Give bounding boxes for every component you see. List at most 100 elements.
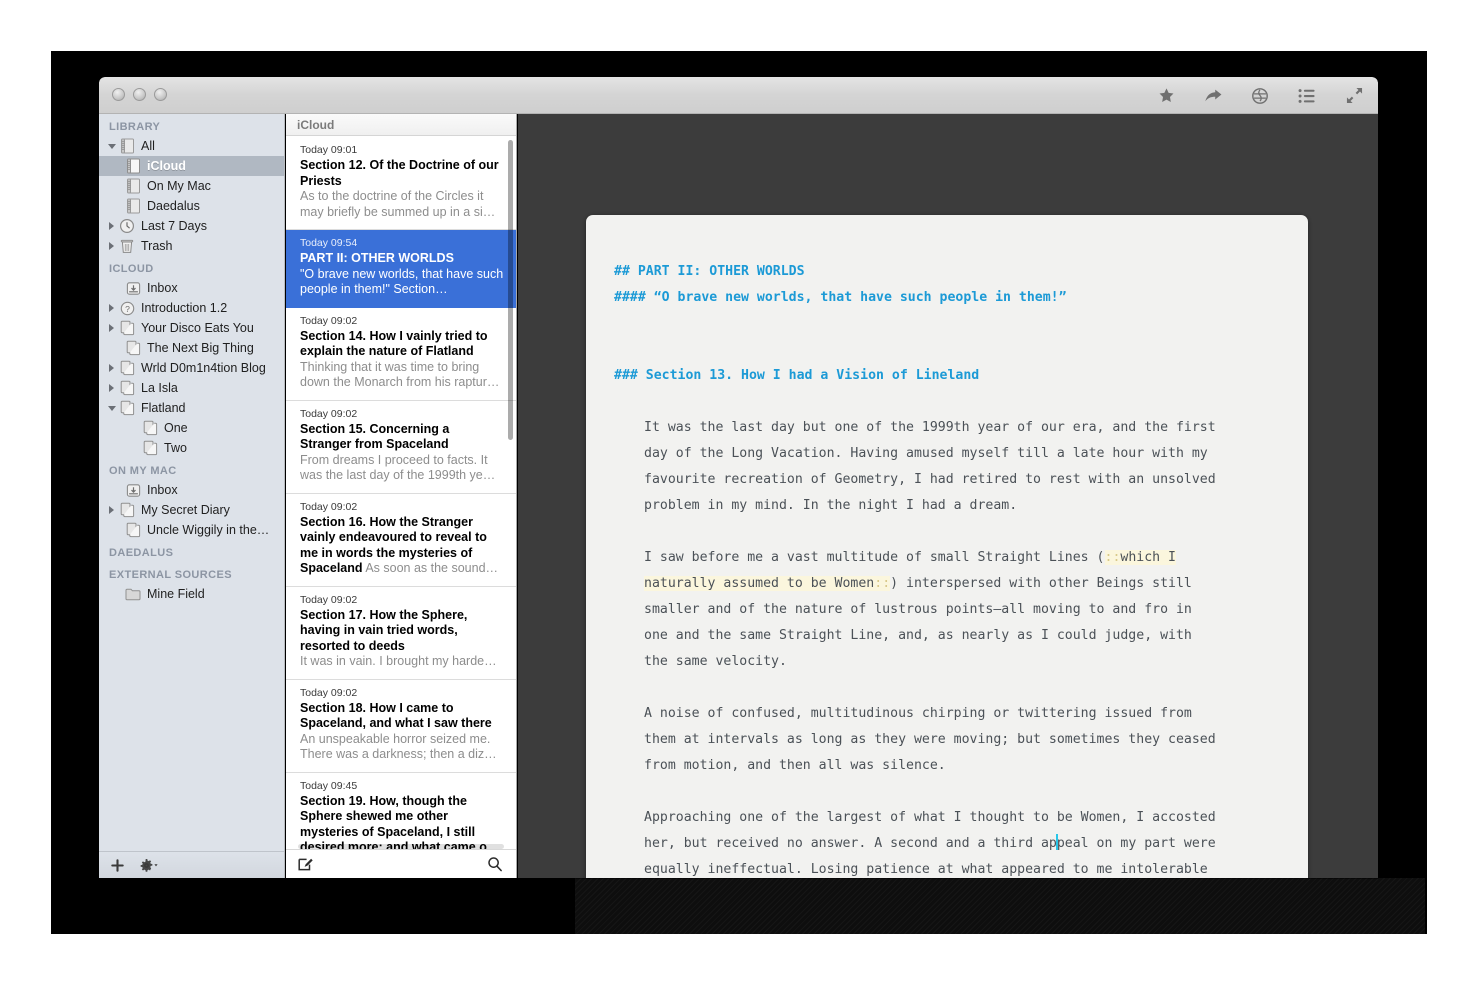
sidebar-item-daedalus[interactable]: Daedalus — [99, 196, 284, 216]
body-line: A noise of confused, multitudinous chirp… — [644, 706, 1192, 721]
sidebar-item-one[interactable]: One — [99, 418, 284, 438]
stack-icon — [118, 400, 136, 416]
sidebar-item-label: Inbox — [147, 281, 178, 295]
markdown-document[interactable]: ## PART II: OTHER WORLDS #### “O brave n… — [586, 215, 1308, 878]
note-timestamp: Today 09:01 — [300, 144, 358, 156]
compose-icon[interactable] — [298, 856, 314, 872]
sidebar-item-label: My Secret Diary — [141, 503, 230, 517]
markdown-heading-2: ## PART II: OTHER WORLDS — [614, 264, 805, 279]
sidebar-item-mine-field[interactable]: Mine Field — [99, 584, 284, 604]
sidebar-item-label: On My Mac — [147, 179, 211, 193]
note-list-item[interactable]: Today 09:02 Section 18. How I came to Sp… — [286, 680, 516, 773]
sidebar-item-label: Wrld D0m1n4tion Blog — [141, 361, 266, 375]
sidebar-item-your-disco-eats-you[interactable]: Your Disco Eats You — [99, 318, 284, 338]
note-list-item[interactable]: Today 09:01 Section 12. Of the Doctrine … — [286, 137, 516, 230]
body-line: favourite recreation of Geometry, I had … — [644, 472, 1216, 487]
sidebar-item-last-7-days[interactable]: Last 7 Days — [99, 216, 284, 236]
stack-icon — [118, 320, 136, 336]
fullscreen-icon[interactable] — [1344, 86, 1364, 106]
clock-icon — [118, 218, 136, 234]
stack-icon — [141, 420, 159, 436]
sidebar-item-all[interactable]: All — [99, 136, 284, 156]
note-preview: Section 14. How I vainly tried to explai… — [300, 329, 504, 391]
notebook-icon — [118, 138, 136, 154]
sidebar-group-daedalus: DAEDALUS — [109, 547, 174, 559]
sidebar-item-la-isla[interactable]: La Isla — [99, 378, 284, 398]
twisty-down-icon[interactable] — [105, 402, 118, 415]
sidebar-item-flatland[interactable]: Flatland — [99, 398, 284, 418]
settings-gear-button[interactable] — [140, 858, 159, 872]
note-list-item[interactable]: Today 09:02 Section 15. Concerning a Str… — [286, 401, 516, 494]
folder-icon — [124, 586, 142, 602]
stack-icon — [124, 522, 142, 538]
twisty-right-icon[interactable] — [105, 322, 118, 335]
highlighted-markup-start: ::which I — [1104, 550, 1176, 565]
twisty-right-icon[interactable] — [105, 382, 118, 395]
sidebar-item-the-next-big-thing[interactable]: The Next Big Thing — [99, 338, 284, 358]
note-snippet: As soon as the sound… — [362, 561, 499, 575]
note-list-item[interactable]: Today 09:02 Section 14. How I vainly tri… — [286, 308, 516, 401]
sidebar-item-label: Mine Field — [147, 587, 205, 601]
sidebar-item-uncle-wiggily[interactable]: Uncle Wiggily in the… — [99, 520, 284, 540]
list-icon[interactable] — [1297, 86, 1317, 106]
note-title: Section 19. How, though the Sphere shewe… — [300, 793, 500, 850]
twisty-right-icon[interactable] — [105, 220, 118, 233]
sidebar-item-icloud-inbox[interactable]: Inbox — [99, 278, 284, 298]
search-icon[interactable] — [487, 856, 503, 872]
twisty-right-icon[interactable] — [105, 240, 118, 253]
sidebar-item-my-secret-diary[interactable]: My Secret Diary — [99, 500, 284, 520]
note-list-item-selected[interactable]: Today 09:54 PART II: OTHER WORLDS "O bra… — [286, 230, 516, 308]
close-button-icon[interactable] — [112, 88, 125, 101]
sidebar-item-on-my-mac[interactable]: On My Mac — [99, 176, 284, 196]
sidebar-item-two[interactable]: Two — [99, 438, 284, 458]
twisty-right-icon[interactable] — [105, 362, 118, 375]
sidebar-item-label: Inbox — [147, 483, 178, 497]
sidebar-item-wrld-d0m1n4tion-blog[interactable]: Wrld D0m1n4tion Blog — [99, 358, 284, 378]
sidebar-item-label: Trash — [141, 239, 173, 253]
note-list-item[interactable]: Today 09:02 Section 16. How the Stranger… — [286, 494, 516, 587]
sidebar-item-onmymac-inbox[interactable]: Inbox — [99, 480, 284, 500]
text-segment: her, but received no answer. A second an… — [644, 836, 1057, 851]
editor-paper[interactable]: ## PART II: OTHER WORLDS #### “O brave n… — [586, 215, 1308, 878]
minimize-button-icon[interactable] — [133, 88, 146, 101]
sidebar-footer-toolbar — [99, 851, 284, 878]
question-icon: ? — [118, 300, 136, 316]
note-timestamp: Today 09:02 — [300, 407, 358, 420]
editor-background: ## PART II: OTHER WORLDS #### “O brave n… — [518, 114, 1378, 878]
star-icon[interactable] — [1156, 86, 1176, 106]
body-line: from motion, and then all was silence. — [644, 758, 946, 773]
sidebar-item-label: La Isla — [141, 381, 178, 395]
zoom-button-icon[interactable] — [154, 88, 167, 101]
note-list-item[interactable]: Today 09:02 Section 17. How the Sphere, … — [286, 587, 516, 680]
note-title: Section 12. Of the Doctrine of our Pries… — [300, 158, 499, 188]
body-line: problem in my mind. In the night I had a… — [644, 498, 1018, 513]
note-list-scroll-area[interactable]: Today 09:01 Section 12. Of the Doctrine … — [286, 137, 516, 849]
note-list-scrollbar[interactable] — [508, 140, 513, 440]
desktop-texture-band — [575, 878, 1425, 934]
text-segment: I saw before me a vast multitude of smal… — [644, 550, 1105, 565]
stack-icon — [124, 340, 142, 356]
body-line-with-caret: her, but received no answer. A second an… — [586, 831, 1308, 857]
stack-icon — [118, 360, 136, 376]
traffic-light-group — [112, 88, 167, 101]
share-icon[interactable] — [1203, 86, 1223, 106]
stack-icon — [118, 502, 136, 518]
twisty-down-icon[interactable] — [105, 140, 118, 153]
twisty-right-icon[interactable] — [105, 302, 118, 315]
sidebar-scroll-area[interactable]: LIBRARY All iCloud On My Mac Daedalus La… — [99, 114, 284, 851]
history-icon[interactable] — [1250, 86, 1270, 106]
note-list-item[interactable]: Today 09:45 Section 19. How, though the … — [286, 773, 516, 850]
note-snippet: It was in vain. I brought my harde… — [300, 654, 497, 668]
stack-icon — [118, 380, 136, 396]
sidebar-item-introduction-12[interactable]: ? Introduction 1.2 — [99, 298, 284, 318]
sidebar-item-label: One — [164, 421, 188, 435]
twisty-right-icon[interactable] — [105, 504, 118, 517]
add-notebook-button[interactable] — [111, 858, 124, 872]
sidebar-item-label: Introduction 1.2 — [141, 301, 228, 315]
window-titlebar[interactable] — [99, 77, 1378, 114]
sidebar-item-icloud[interactable]: iCloud — [99, 156, 284, 176]
note-snippet: From dreams I proceed to facts. It was t… — [300, 452, 496, 483]
body-line-marked-end: naturally assumed to be Women::) intersp… — [586, 571, 1308, 597]
sidebar-item-trash[interactable]: Trash — [99, 236, 284, 256]
